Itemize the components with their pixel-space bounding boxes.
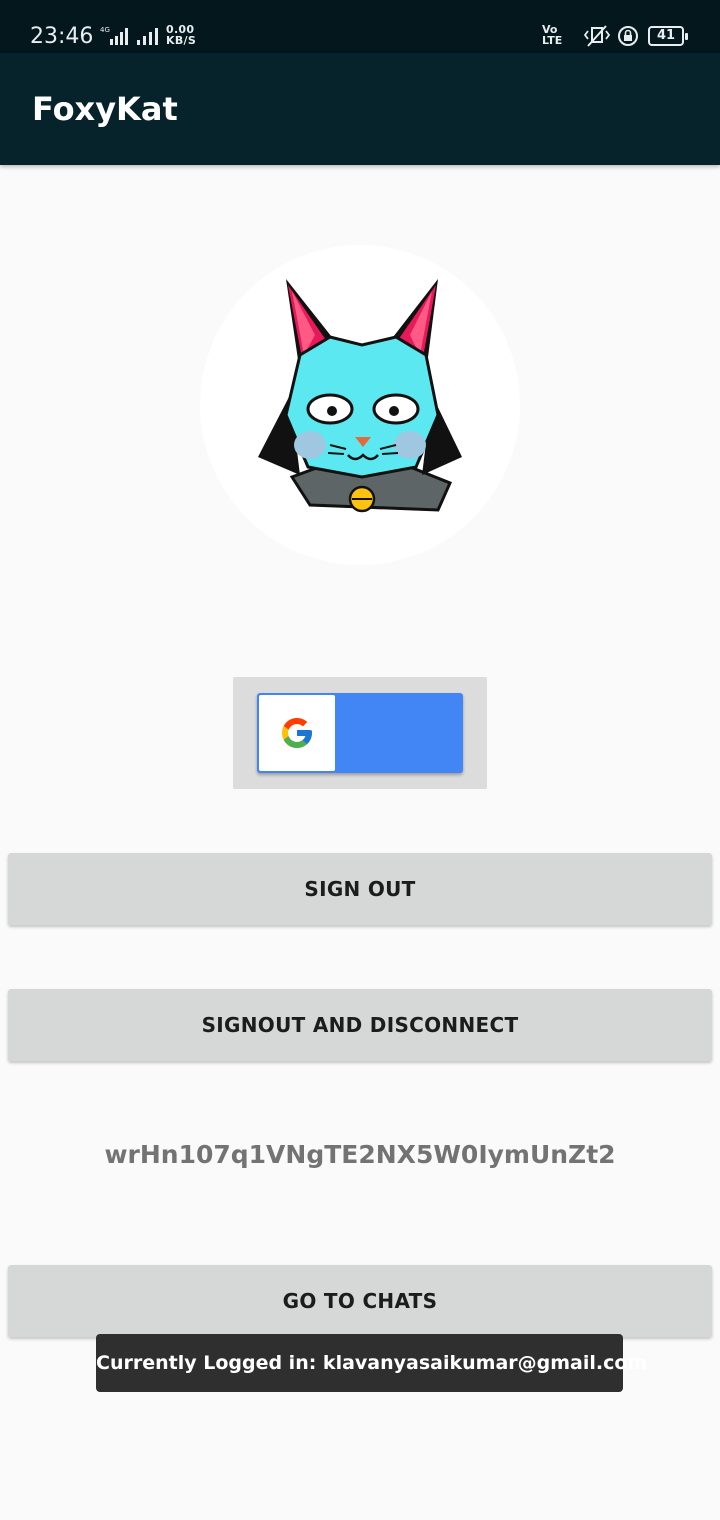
profile-avatar <box>200 245 520 565</box>
signout-disconnect-button[interactable]: SIGNOUT AND DISCONNECT <box>8 989 712 1061</box>
status-bar: 23:46 4G 0.00 KB/S Vo LTE 41 <box>0 0 720 53</box>
cellular-signal-icon: 4G <box>100 26 128 45</box>
user-id-text: wrHn107q1VNgTE2NX5W0IymUnZt2 <box>104 1140 616 1169</box>
vibrate-icon <box>583 25 611 47</box>
network-type-label: 4G <box>100 26 110 34</box>
status-time: 23:46 <box>30 24 94 49</box>
go-to-chats-button[interactable]: GO TO CHATS <box>8 1265 712 1337</box>
cat-avatar-icon <box>258 279 462 513</box>
volte-indicator: Vo LTE <box>542 24 562 46</box>
sign-out-button[interactable]: SIGN OUT <box>8 853 712 925</box>
volte-bottom: LTE <box>542 34 563 47</box>
logged-in-toast: Currently Logged in: klavanyasaikumar@gm… <box>96 1334 647 1392</box>
app-bar: FoxyKat <box>0 53 720 165</box>
network-speed: 0.00 KB/S <box>166 24 196 46</box>
google-logo-box <box>259 695 335 771</box>
rotation-lock-icon <box>618 26 638 46</box>
battery-icon: 41 <box>648 26 688 46</box>
google-logo-icon <box>282 718 312 748</box>
speed-unit: KB/S <box>166 34 197 47</box>
app-title: FoxyKat <box>32 90 178 128</box>
cellular-signal-2-icon <box>137 28 158 45</box>
google-signin-container <box>233 677 487 789</box>
google-signin-button[interactable] <box>257 693 463 773</box>
